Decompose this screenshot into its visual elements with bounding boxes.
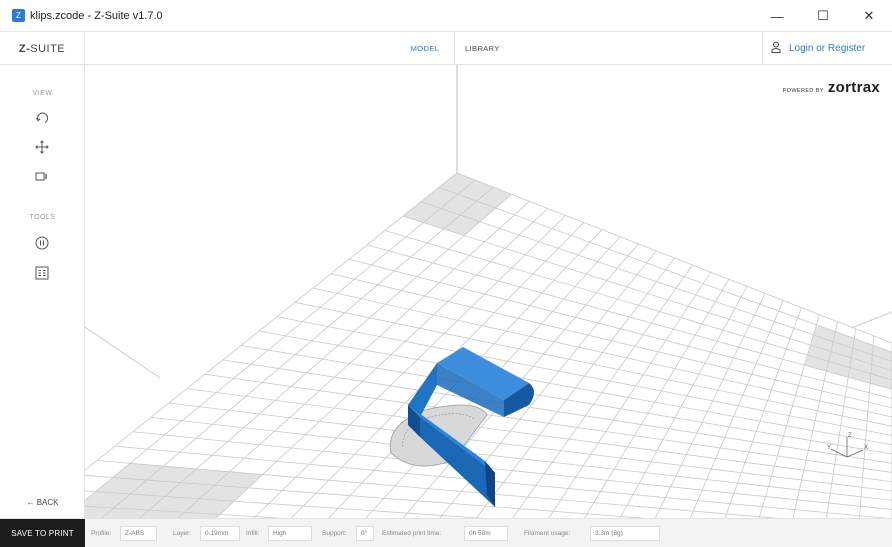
tools-section-label: TOOLS: [29, 214, 56, 221]
zortrax-logo: zortrax: [827, 79, 880, 96]
layer-value: 0.19mm: [200, 526, 240, 541]
3d-viewport[interactable]: Y X Z POWERED BY zortrax: [85, 65, 892, 518]
app-header: Z- SUITE MODEL LIBRARY Login or Register: [0, 32, 892, 65]
layers-tool-button[interactable]: [31, 262, 53, 284]
viewport-scene: Y X Z: [85, 65, 892, 518]
print-time-label: Estimated print time:: [382, 530, 442, 537]
svg-text:X: X: [864, 445, 868, 451]
move-view-button[interactable]: [31, 136, 53, 158]
profile-label: Profile:: [91, 530, 112, 537]
window-controls: — ☐ ✕: [754, 0, 892, 32]
powered-by-zortrax: POWERED BY zortrax: [783, 79, 880, 96]
camera-view-button[interactable]: [31, 165, 53, 187]
close-button[interactable]: ✕: [846, 0, 892, 32]
svg-text:Y: Y: [827, 445, 831, 451]
view-section-label: VIEW: [32, 90, 53, 97]
filament-usage-value: 3.3m (8g): [590, 526, 660, 541]
layers-icon: [35, 266, 49, 280]
support-value: 0°: [356, 526, 374, 541]
infill-label: Infill:: [246, 530, 260, 537]
pause-icon: [35, 236, 49, 250]
tab-library[interactable]: LIBRARY: [455, 32, 515, 65]
login-register-label: Login or Register: [789, 43, 866, 54]
status-bar: SAVE TO PRINT Profile: Z-ABS Layer: 0.19…: [0, 518, 892, 547]
window-title: klips.zcode - Z-Suite v1.7.0: [30, 9, 163, 22]
print-time-value: 0h 50m: [464, 526, 508, 541]
save-to-print-button[interactable]: SAVE TO PRINT: [0, 519, 85, 547]
pause-tool-button[interactable]: [31, 232, 53, 254]
logo-prefix: Z-: [18, 42, 31, 55]
left-toolbar: VIEW TOOLS ← BACK: [0, 65, 85, 518]
app-icon: Z: [12, 9, 25, 22]
user-icon: [763, 41, 789, 56]
window-titlebar: Z klips.zcode - Z-Suite v1.7.0 — ☐ ✕: [0, 0, 892, 32]
minimize-button[interactable]: —: [754, 0, 800, 32]
svg-text:Z: Z: [848, 433, 852, 439]
login-register-button[interactable]: Login or Register: [762, 32, 892, 65]
profile-value: Z-ABS: [120, 526, 157, 541]
rotate-view-button[interactable]: [31, 107, 53, 129]
powered-by-label: POWERED BY: [782, 88, 824, 94]
filament-usage-label: Filament usage:: [524, 530, 571, 537]
z-suite-logo: Z- SUITE: [0, 32, 85, 65]
move-icon: [35, 140, 49, 154]
back-button[interactable]: ← BACK: [0, 491, 85, 513]
rotate-icon: [36, 112, 49, 123]
camera-icon: [35, 172, 47, 181]
tab-model[interactable]: MODEL: [400, 32, 450, 65]
support-label: Support:: [322, 530, 347, 537]
logo-suffix: SUITE: [30, 42, 66, 55]
layer-label: Layer:: [173, 530, 192, 537]
infill-value: High: [268, 526, 312, 541]
maximize-button[interactable]: ☐: [800, 0, 846, 32]
